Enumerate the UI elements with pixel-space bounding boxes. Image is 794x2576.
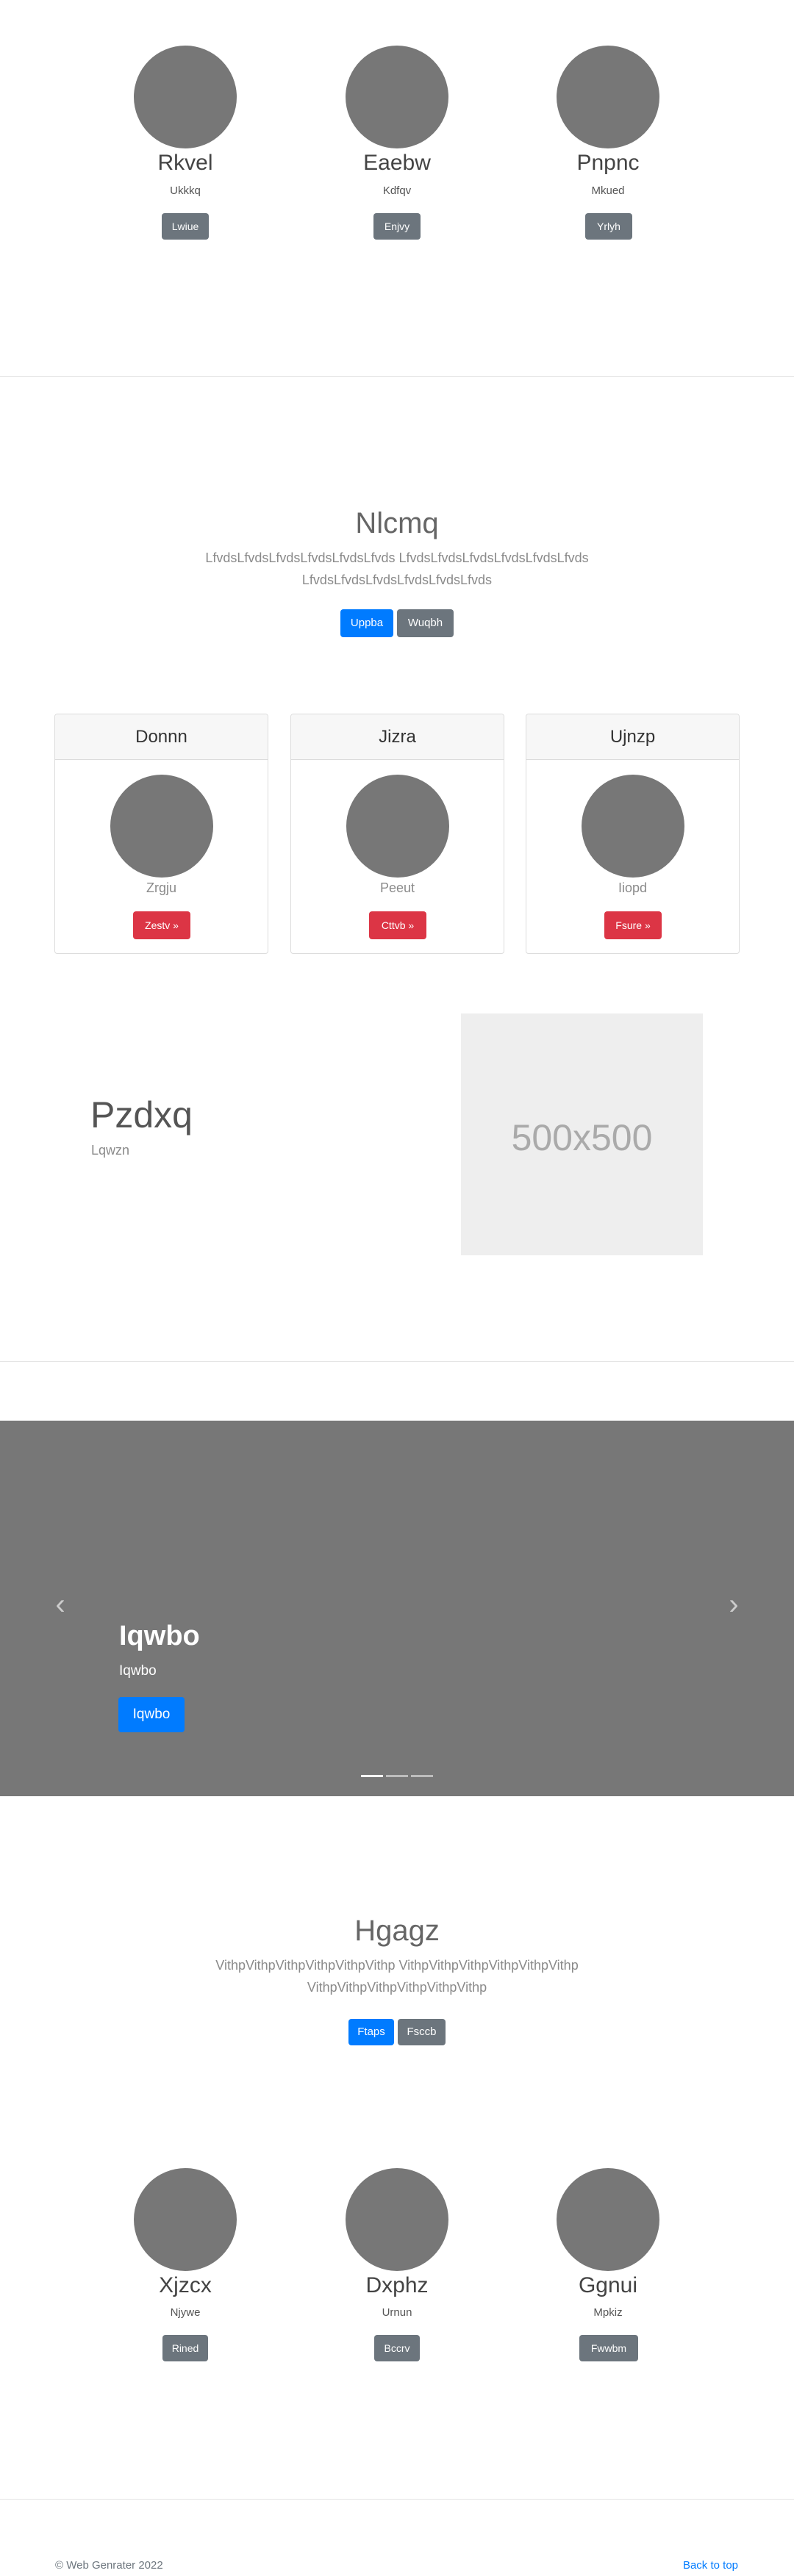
card-button[interactable]: Fsure » bbox=[604, 911, 662, 939]
member-role: Mpkiz bbox=[593, 2306, 623, 2319]
hero-text-line1: VithpVithpVithpVithpVithpVithp VithpVith… bbox=[215, 1958, 579, 1973]
avatar bbox=[557, 2168, 659, 2271]
member-name: Ggnui bbox=[578, 2273, 638, 2297]
card-button[interactable]: Zestv » bbox=[133, 911, 190, 939]
carousel-title: Iqwbo bbox=[119, 1621, 200, 1651]
carousel-next-icon[interactable]: › bbox=[725, 1590, 743, 1619]
carousel-prev-icon[interactable]: ‹ bbox=[51, 1590, 69, 1619]
card-image bbox=[582, 775, 684, 878]
hero-text-line1: LfvdsLfvdsLfvdsLfvdsLfvdsLfvds LfvdsLfvd… bbox=[205, 550, 589, 565]
member-role: Njywe bbox=[170, 2306, 201, 2319]
placeholder-image: 500x500 bbox=[461, 1013, 703, 1255]
card: Jizra Peeut Cttvb » bbox=[290, 714, 504, 954]
card-header: Jizra bbox=[291, 714, 504, 760]
avatar bbox=[557, 46, 659, 148]
avatar bbox=[346, 2168, 448, 2271]
member-name: Pnpnc bbox=[576, 151, 640, 175]
member-button[interactable]: Fwwbm bbox=[579, 2335, 638, 2361]
hero-primary-button[interactable]: Uppba bbox=[340, 609, 393, 637]
member-name: Rkvel bbox=[157, 151, 213, 175]
feature-title: Pzdxq bbox=[90, 1094, 193, 1135]
carousel-indicator-active[interactable] bbox=[361, 1775, 383, 1777]
card-caption: Peeut bbox=[379, 880, 415, 895]
card-button[interactable]: Cttvb » bbox=[369, 911, 426, 939]
placeholder-text: 500x500 bbox=[511, 1117, 653, 1158]
divider bbox=[0, 376, 794, 377]
carousel-caption: Iqwbo bbox=[119, 1663, 157, 1679]
avatar bbox=[134, 2168, 237, 2271]
hero-secondary-button[interactable]: Fsccb bbox=[398, 2019, 446, 2045]
back-to-top-link[interactable]: Back to top bbox=[683, 2559, 738, 2572]
member-name: Dxphz bbox=[365, 2273, 429, 2297]
divider bbox=[0, 2499, 794, 2500]
card-header: Donnn bbox=[55, 714, 268, 760]
member-button[interactable]: Bccrv bbox=[374, 2335, 420, 2361]
hero-title: Hgagz bbox=[354, 1915, 440, 1947]
member-role: Mkued bbox=[591, 184, 625, 197]
carousel: ‹ › Iqwbo Iqwbo Iqwbo bbox=[0, 1421, 794, 1796]
footer-copyright: © Web Genrater 2022 bbox=[55, 2559, 163, 2572]
member-role: Ukkkq bbox=[170, 184, 201, 197]
hero-primary-button[interactable]: Ftaps bbox=[348, 2019, 394, 2045]
member-button[interactable]: Yrlyh bbox=[585, 213, 632, 240]
member-name: Eaebw bbox=[363, 151, 431, 175]
hero-secondary-button[interactable]: Wuqbh bbox=[397, 609, 454, 637]
member-button[interactable]: Enjvy bbox=[373, 213, 421, 240]
avatar bbox=[346, 46, 448, 148]
hero-text-line2: VithpVithpVithpVithpVithpVithp bbox=[307, 1980, 487, 1995]
card-caption: Iiopd bbox=[618, 880, 648, 895]
hero-title: Nlcmq bbox=[355, 507, 439, 539]
avatar bbox=[134, 46, 237, 148]
carousel-indicator[interactable] bbox=[411, 1775, 433, 1777]
feature-subtitle: Lqwzn bbox=[91, 1143, 130, 1158]
card-header: Ujnzp bbox=[526, 714, 739, 760]
member-role: Kdfqv bbox=[382, 184, 412, 197]
card-image bbox=[346, 775, 449, 878]
carousel-button[interactable]: Iqwbo bbox=[118, 1697, 185, 1732]
card-caption: Zrgju bbox=[146, 880, 176, 895]
carousel-indicator[interactable] bbox=[386, 1775, 408, 1777]
member-button[interactable]: Lwiue bbox=[162, 213, 209, 240]
member-role: Urnun bbox=[382, 2306, 412, 2319]
card: Donnn Zrgju Zestv » bbox=[54, 714, 268, 954]
hero-text-line2: LfvdsLfvdsLfvdsLfvdsLfvdsLfvds bbox=[301, 573, 493, 587]
card: Ujnzp Iiopd Fsure » bbox=[526, 714, 740, 954]
card-image bbox=[110, 775, 213, 878]
member-button[interactable]: Rined bbox=[162, 2335, 208, 2361]
member-name: Xjzcx bbox=[159, 2273, 212, 2297]
divider bbox=[0, 1361, 794, 1362]
